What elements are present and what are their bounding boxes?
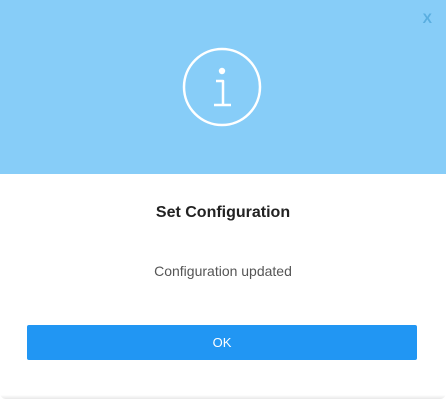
configuration-dialog: X Set Configuration Configuration update… (0, 0, 446, 399)
ok-button[interactable]: OK (27, 325, 417, 360)
close-button[interactable]: X (423, 10, 432, 26)
info-icon (182, 47, 262, 127)
dialog-bottom-edge (0, 395, 446, 399)
dialog-title: Set Configuration (155, 204, 291, 221)
dialog-header: X (0, 0, 446, 174)
dialog-message: Configuration updated (154, 263, 292, 279)
